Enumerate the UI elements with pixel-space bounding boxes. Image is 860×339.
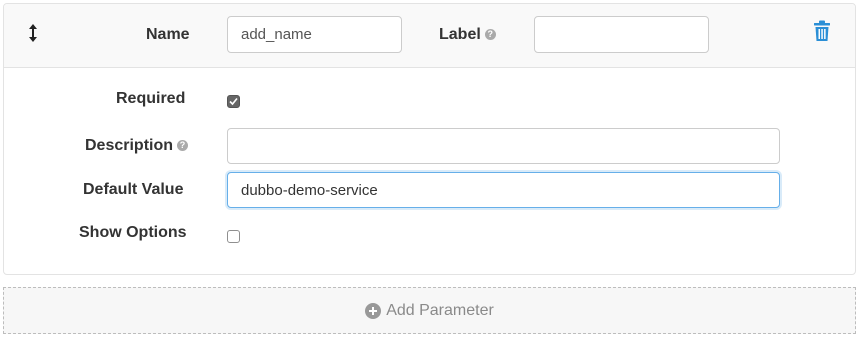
label-label-text: Label xyxy=(439,26,481,43)
check-icon xyxy=(229,97,238,106)
label-input[interactable] xyxy=(534,16,709,53)
default-value-input[interactable] xyxy=(227,172,780,208)
show-options-checkbox[interactable] xyxy=(227,230,240,243)
label-label: Label? xyxy=(439,26,496,44)
description-label: Description? xyxy=(85,137,189,155)
help-icon[interactable]: ? xyxy=(177,140,189,151)
description-label-text: Description xyxy=(85,137,174,154)
plus-circle-icon xyxy=(365,302,382,319)
parameter-header: Name Label? xyxy=(4,4,855,68)
description-input[interactable] xyxy=(227,128,780,164)
name-input[interactable] xyxy=(227,16,402,53)
required-checkbox[interactable] xyxy=(227,95,240,108)
default-value-label: Default Value xyxy=(83,181,184,198)
trash-icon[interactable] xyxy=(812,20,832,42)
required-label: Required xyxy=(116,90,186,107)
show-options-label: Show Options xyxy=(79,224,187,241)
add-parameter-label: Add Parameter xyxy=(386,301,494,319)
name-label: Name xyxy=(146,26,190,43)
help-icon[interactable]: ? xyxy=(484,29,496,40)
parameter-card: Name Label? Required Description? Defaul… xyxy=(3,3,856,275)
drag-vertical-icon[interactable] xyxy=(26,21,40,45)
add-parameter-button[interactable]: Add Parameter xyxy=(3,287,856,334)
